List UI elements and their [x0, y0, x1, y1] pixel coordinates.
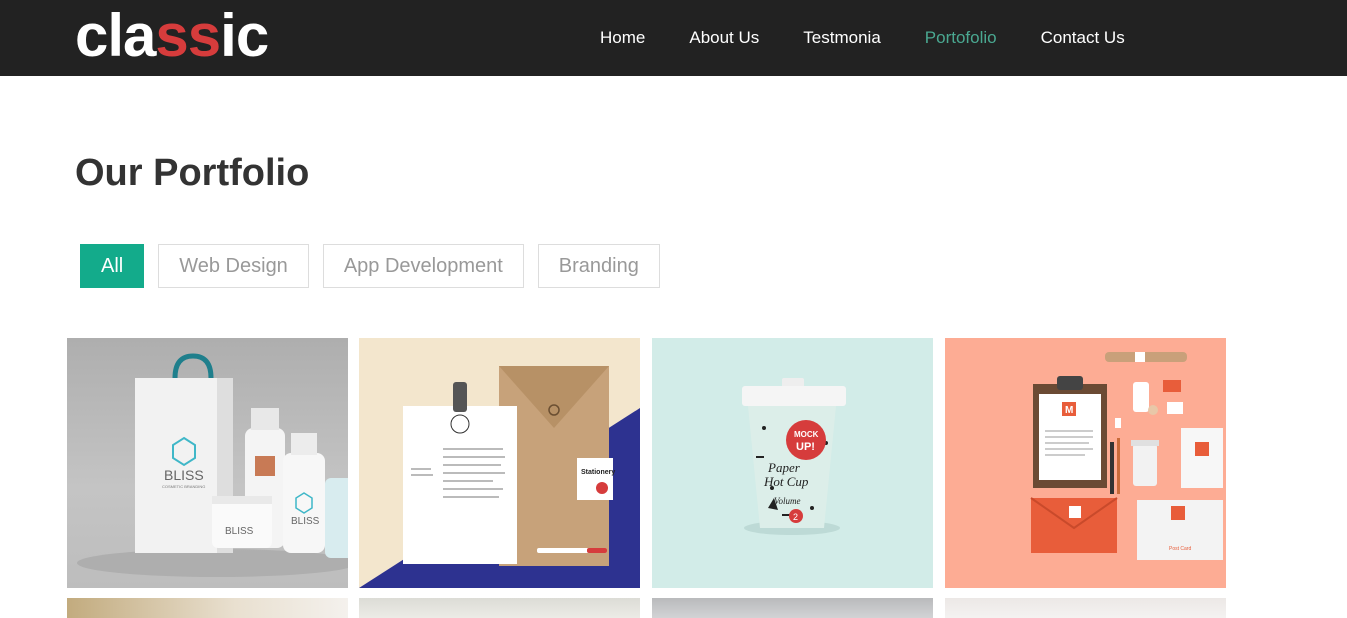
main-nav: Home About Us Testmonia Portofolio Conta…	[578, 0, 1147, 76]
svg-text:BLISS: BLISS	[291, 516, 320, 527]
postcard-label: Post Card	[1169, 546, 1191, 552]
logo-part-3: ic	[220, 2, 269, 69]
portfolio-filters: All Web Design App Development Branding	[80, 244, 660, 288]
portfolio-item-row2-4[interactable]	[945, 598, 1226, 618]
nav-testmonia[interactable]: Testmonia	[781, 3, 902, 73]
nav-portofolio[interactable]: Portofolio	[903, 3, 1019, 73]
navbar: classic Home About Us Testmonia Portofol…	[0, 0, 1347, 76]
branding-mockup-image: M Post Card	[1030, 352, 1223, 560]
nav-about-us[interactable]: About Us	[667, 3, 781, 73]
svg-text:BLISS: BLISS	[225, 526, 254, 537]
cup-line6: 2	[793, 512, 798, 522]
site-logo[interactable]: classic	[75, 2, 269, 70]
portfolio-item-branding[interactable]: M Post Card	[945, 338, 1226, 588]
nav-home[interactable]: Home	[578, 3, 667, 73]
bliss-bag-brand: BLISS	[164, 467, 204, 483]
filter-all-button[interactable]: All	[80, 244, 145, 288]
stationery-tag: Stationery	[581, 469, 615, 476]
cup-mock-line1: MOCK	[794, 430, 819, 439]
stationery-mockup-image: Stationery	[359, 366, 640, 588]
cup-mock-line2: UP!	[796, 441, 815, 453]
portfolio-item-row2-3[interactable]	[652, 598, 933, 618]
section-title: Our Portfolio	[75, 152, 310, 194]
filter-web-design-button[interactable]: Web Design	[158, 244, 309, 288]
logo-part-1: cla	[75, 2, 156, 69]
nav-contact-us[interactable]: Contact Us	[1019, 3, 1147, 73]
cup-line3: Paper	[767, 460, 801, 475]
cup-line4: Hot Cup	[763, 474, 809, 489]
filter-branding-button[interactable]: Branding	[537, 244, 660, 288]
paper-cup-mockup-image: MOCK UP! Paper Hot Cup Volume 2	[742, 378, 846, 535]
portfolio-item-stationery[interactable]: Stationery	[359, 338, 640, 588]
bliss-cosmetics-image: BLISS COSMETIC BRANDING BLISS BLISS	[77, 353, 348, 577]
logo-part-2: ss	[155, 2, 221, 69]
bliss-bag-sub: COSMETIC BRANDING	[162, 484, 205, 489]
portfolio-item-bliss[interactable]: BLISS COSMETIC BRANDING BLISS BLISS	[67, 338, 348, 588]
cup-line5: Volume	[774, 496, 801, 506]
portfolio-item-paper-cup[interactable]: MOCK UP! Paper Hot Cup Volume 2	[652, 338, 933, 588]
portfolio-item-row2-1[interactable]	[67, 598, 348, 618]
portfolio-item-row2-2[interactable]	[359, 598, 640, 618]
filter-app-development-button[interactable]: App Development	[322, 244, 524, 288]
brand-mark: M	[1065, 405, 1073, 416]
